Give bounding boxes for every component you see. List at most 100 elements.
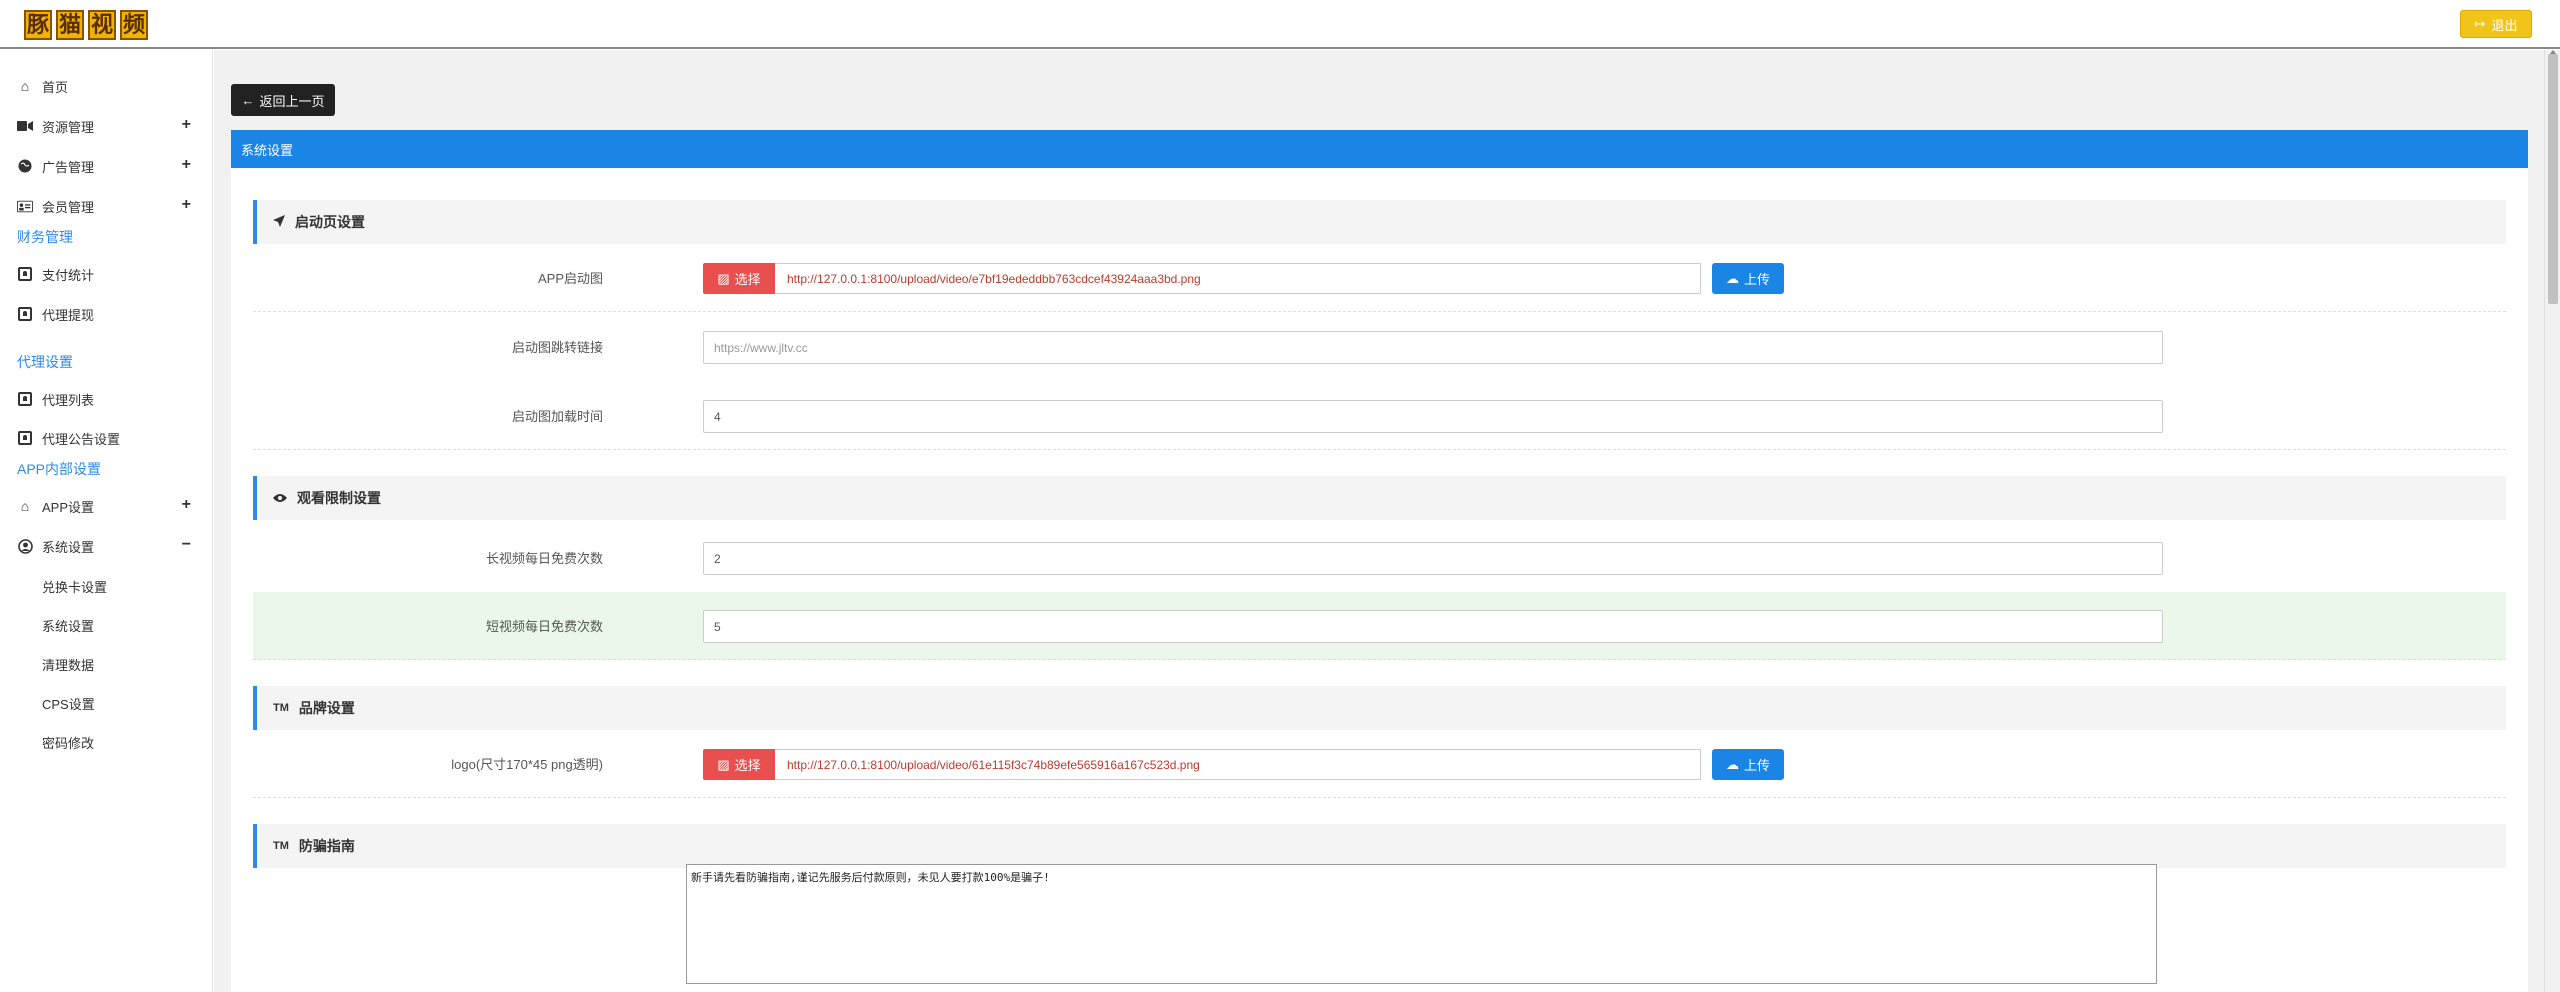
user-box-icon: [17, 391, 33, 407]
expand-icon[interactable]: +: [182, 496, 191, 514]
video-camera-icon: [17, 118, 33, 134]
back-label: 返回上一页: [259, 93, 325, 109]
sidebar-item-agent-notice[interactable]: 代理公告设置: [0, 420, 213, 456]
section-title: 启动页设置: [295, 214, 365, 230]
field-row-logo: logo(尺寸170*45 png透明) ▨ 选择 ☁ 上传: [253, 730, 2506, 798]
cloud-upload-icon: ☁: [1725, 270, 1739, 286]
sidebar-subitem-cps-settings[interactable]: CPS设置: [42, 694, 95, 713]
sidebar-item-label: 支付统计: [42, 267, 95, 283]
long-video-free-input[interactable]: [703, 542, 2163, 575]
section-antifraud: TM 防骗指南: [253, 824, 2506, 868]
sidebar-item-agent-withdraw[interactable]: 代理提现: [0, 296, 213, 332]
field-label: logo(尺寸170*45 png透明): [451, 757, 603, 772]
home-icon: ⌂: [20, 78, 30, 94]
logo-char: 猫: [56, 10, 84, 40]
sidebar-item-ads[interactable]: 广告管理 +: [0, 148, 213, 184]
logout-label: 退出: [2491, 17, 2518, 33]
home-icon: ⌂: [20, 498, 30, 514]
sidebar-subitem-redeem-card[interactable]: 兑换卡设置: [42, 577, 107, 596]
launch-time-input[interactable]: [703, 400, 2163, 433]
paper-plane-icon: [273, 214, 285, 230]
file-image-icon: ▨: [717, 270, 730, 286]
settings-panel: 系统设置 启动页设置 APP启动图 ▨ 选择 ☁ 上传 启动图跳转链接: [231, 130, 2528, 992]
logo-char: 视: [88, 10, 116, 40]
sidebar-item-label: 系统设置: [42, 539, 95, 555]
trademark-icon: TM: [273, 840, 289, 852]
user-box-icon: [17, 430, 33, 446]
sidebar-item-members[interactable]: 会员管理 +: [0, 188, 213, 224]
launch-link-input[interactable]: [703, 331, 2163, 364]
page-scrollbar[interactable]: [2544, 50, 2560, 992]
user-box-icon: [17, 266, 33, 282]
sidebar-subitem-clear-data[interactable]: 清理数据: [42, 655, 94, 674]
field-row-long-video-free: 长视频每日免费次数: [253, 524, 2506, 592]
upload-label: 上传: [1743, 758, 1770, 773]
globe-icon: [17, 158, 33, 174]
eye-icon: [273, 490, 287, 506]
sidebar-item-app-settings[interactable]: ⌂ APP设置 +: [0, 488, 213, 524]
expand-icon[interactable]: +: [182, 156, 191, 174]
sidebar-item-label: 代理公告设置: [42, 431, 121, 447]
back-button[interactable]: ← 返回上一页: [231, 84, 335, 116]
top-header: 豚 猫 视 频 ↦ 退出: [0, 0, 2560, 49]
sidebar-item-system-settings[interactable]: 系统设置 −: [0, 528, 213, 564]
cloud-upload-icon: ☁: [1725, 756, 1739, 772]
logo-url-input[interactable]: [775, 749, 1701, 780]
sidebar-item-agent-list[interactable]: 代理列表: [0, 381, 213, 417]
collapse-icon[interactable]: −: [182, 536, 191, 554]
short-video-free-input[interactable]: [703, 610, 2163, 643]
upload-button[interactable]: ☁ 上传: [1712, 749, 1784, 780]
field-label: APP启动图: [537, 271, 603, 286]
sidebar-section-agent: 代理设置: [17, 354, 73, 370]
sidebar-item-label: APP设置: [42, 499, 95, 515]
upload-button[interactable]: ☁ 上传: [1712, 263, 1784, 294]
section-watch-limits: 观看限制设置: [253, 476, 2506, 520]
logo-char: 豚: [24, 10, 52, 40]
site-logo[interactable]: 豚 猫 视 频: [24, 10, 148, 42]
field-row-app-launch-image: APP启动图 ▨ 选择 ☁ 上传: [253, 244, 2506, 312]
sidebar-item-resource[interactable]: 资源管理 +: [0, 108, 213, 144]
sidebar-section-app-internal: APP内部设置: [17, 461, 102, 477]
sidebar-item-pay-stats[interactable]: 支付统计: [0, 256, 213, 292]
choose-label: 选择: [734, 758, 761, 773]
sign-out-icon: ↦: [2474, 16, 2486, 31]
app-launch-image-url-input[interactable]: [775, 263, 1701, 294]
expand-icon[interactable]: +: [182, 196, 191, 214]
upload-label: 上传: [1743, 272, 1770, 287]
arrow-left-icon: ←: [241, 92, 255, 108]
section-title: 防骗指南: [298, 838, 355, 854]
antifraud-textarea[interactable]: 新手请先看防骗指南,谨记先服务后付款原则，未见人要打款100%是骗子!: [686, 864, 2157, 984]
choose-label: 选择: [734, 272, 761, 287]
choose-file-button[interactable]: ▨ 选择: [703, 749, 775, 780]
trademark-icon: TM: [273, 702, 289, 714]
choose-file-button[interactable]: ▨ 选择: [703, 263, 775, 294]
main-content: ← 返回上一页 系统设置 启动页设置 APP启动图 ▨ 选择 ☁ 上传 启动图跳…: [214, 50, 2544, 992]
sidebar-item-label: 会员管理: [42, 199, 95, 215]
section-launch-page: 启动页设置: [253, 200, 2506, 244]
sidebar-subitem-password[interactable]: 密码修改: [42, 733, 94, 752]
sidebar-item-label: 代理提现: [42, 307, 95, 323]
sidebar-item-home[interactable]: ⌂ 首页: [0, 68, 213, 104]
field-row-launch-time: 启动图加载时间: [253, 382, 2506, 450]
id-card-icon: [17, 198, 33, 214]
section-title: 品牌设置: [298, 700, 355, 716]
user-circle-icon: [17, 538, 33, 554]
expand-icon[interactable]: +: [182, 116, 191, 134]
sidebar-item-label: 广告管理: [42, 159, 95, 175]
logout-button[interactable]: ↦ 退出: [2460, 10, 2532, 38]
field-row-launch-link: 启动图跳转链接: [253, 313, 2506, 381]
section-brand: TM 品牌设置: [253, 686, 2506, 730]
user-box-icon: [17, 306, 33, 322]
sidebar-section-finance: 财务管理: [17, 229, 73, 245]
field-row-short-video-free: 短视频每日免费次数: [253, 592, 2506, 660]
section-title: 观看限制设置: [297, 490, 381, 506]
sidebar-item-label: 代理列表: [42, 392, 95, 408]
file-image-icon: ▨: [717, 756, 730, 772]
logo-char: 频: [120, 10, 148, 40]
field-label: 短视频每日免费次数: [485, 619, 603, 634]
sidebar-item-label: 首页: [42, 79, 69, 95]
field-label: 启动图加载时间: [511, 409, 603, 424]
panel-title: 系统设置: [231, 130, 2528, 168]
scroll-thumb[interactable]: [2548, 54, 2558, 304]
sidebar-subitem-system-settings[interactable]: 系统设置: [42, 616, 94, 635]
